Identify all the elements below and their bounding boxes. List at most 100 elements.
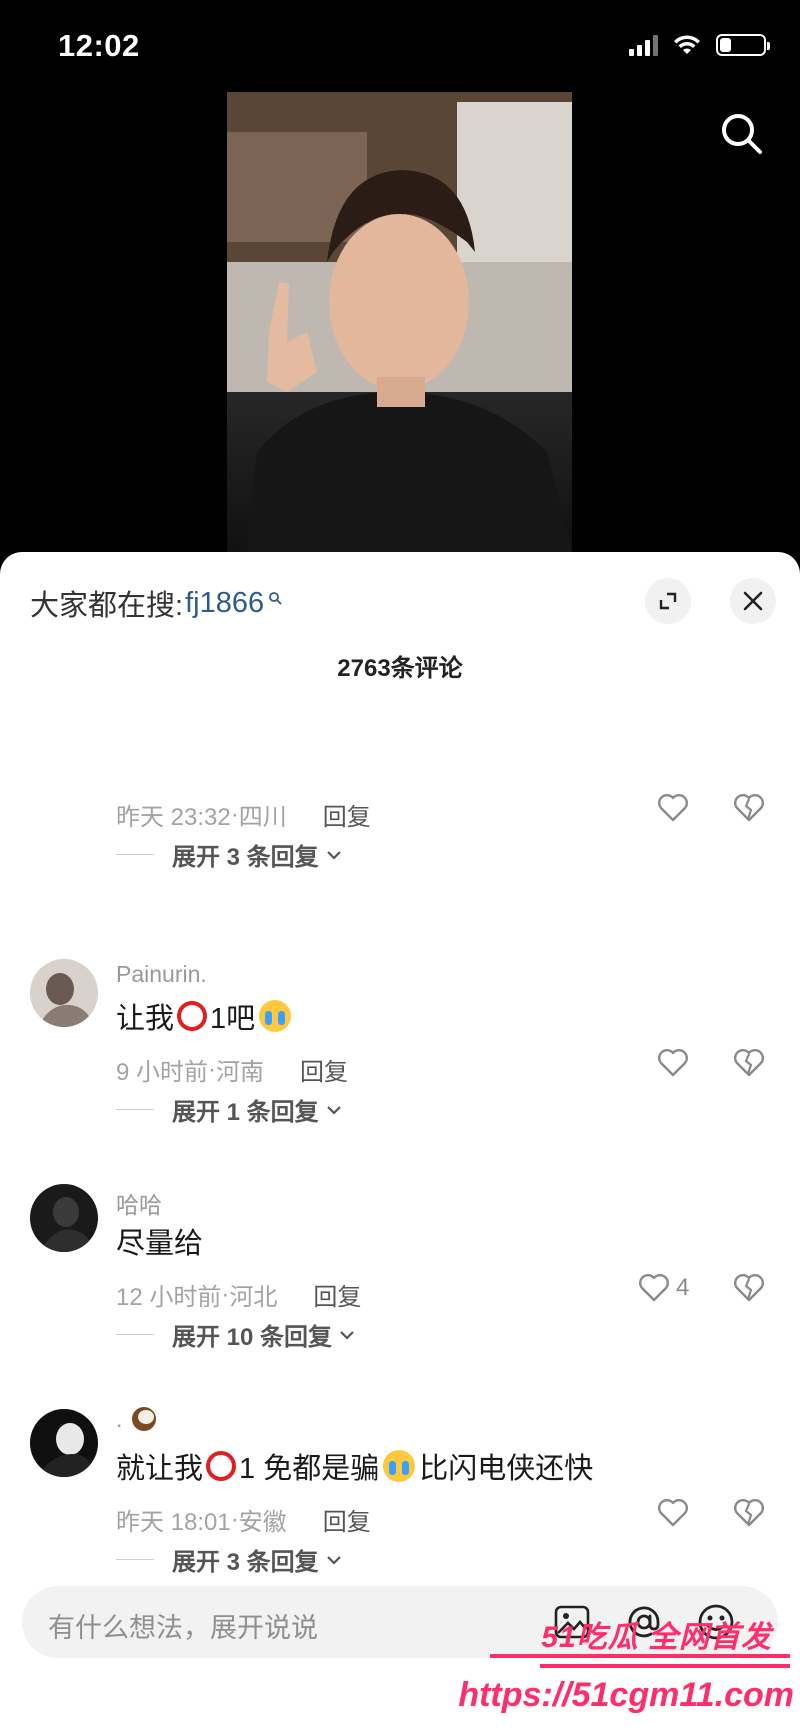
avatar-image	[30, 1184, 98, 1252]
comment-input-placeholder: 有什么想法，展开说说	[48, 1613, 318, 1643]
comment-list[interactable]: 昨天 23:32 · 四川 回复 展开 3 条回复 Painurin. 让我 1…	[0, 697, 800, 1573]
status-bar: 12:02	[0, 0, 800, 92]
crying-face-emoji	[259, 1000, 292, 1032]
expand-replies-label: 展开 1 条回复	[172, 1099, 319, 1126]
expand-replies[interactable]: 展开 3 条回复	[116, 1542, 343, 1573]
avatar[interactable]	[30, 959, 98, 1027]
divider	[116, 1109, 154, 1110]
comment-item: 哈哈 尽量给 12 小时前 · 河北 回复 4 展开 10 条回复	[0, 1132, 800, 1357]
comment-time: 9 小时前	[116, 1059, 209, 1086]
meta-separator: ·	[221, 1280, 230, 1308]
expand-replies[interactable]: 展开 1 条回复	[116, 1092, 343, 1127]
comment-text-part: 比闪电侠还快	[419, 1453, 594, 1485]
meta-separator: ·	[230, 1505, 239, 1533]
broken-heart-icon	[734, 1499, 764, 1527]
sheet-header: 大家都在搜: fj1866 2763条评论	[0, 552, 800, 697]
meta-separator: ·	[230, 800, 239, 828]
video-frame-image	[227, 92, 572, 552]
status-icons	[629, 34, 770, 56]
dislike-button[interactable]	[733, 1273, 765, 1308]
like-count: 4	[676, 1274, 690, 1301]
comment-count: 2763条评论	[337, 655, 463, 682]
expand-button[interactable]	[645, 578, 691, 624]
comment-item: . 就让我 1 免都是骗 比闪电侠还快 昨天 18:01 · 安徽 回复 展开 …	[0, 1357, 800, 1573]
dislike-button[interactable]	[733, 793, 765, 828]
comment-meta: 昨天 23:32 · 四川 回复	[116, 797, 371, 832]
watermark-stripe	[540, 1664, 790, 1668]
meta-separator: ·	[208, 1055, 217, 1083]
search-icon	[269, 592, 282, 605]
watermark: 51吃瓜 全网首发 https://51cgm11.com	[458, 1600, 800, 1733]
red-circle-emoji	[206, 1451, 237, 1481]
reply-button[interactable]: 回复	[313, 1277, 361, 1312]
dislike-button[interactable]	[733, 1498, 765, 1533]
like-button[interactable]	[657, 1498, 689, 1528]
divider	[116, 854, 154, 855]
comment-text: 就让我 1 免都是骗 比闪电侠还快	[116, 1445, 593, 1487]
watermark-brand: 51吃瓜 全网首发	[541, 1621, 772, 1654]
comment-time: 昨天 23:32	[116, 804, 231, 831]
comment-username[interactable]: Painurin.	[116, 961, 207, 988]
divider	[116, 1334, 154, 1335]
like-button[interactable]	[657, 793, 689, 823]
comment-text-part: 1吧	[210, 1003, 256, 1035]
red-circle-emoji	[177, 1001, 208, 1031]
comment-meta: 12 小时前 · 河北 回复	[116, 1277, 361, 1312]
avatar-image	[30, 1409, 98, 1477]
signal-icon	[629, 34, 658, 56]
comment-location: 河北	[229, 1284, 278, 1311]
expand-replies-label: 展开 3 条回复	[172, 844, 319, 871]
comment-text-part: 让我	[116, 1003, 175, 1035]
close-icon	[743, 591, 763, 611]
reply-button[interactable]: 回复	[300, 1052, 348, 1087]
username-text: .	[116, 1405, 123, 1432]
avatar[interactable]	[30, 1184, 98, 1252]
chevron-down-icon	[340, 1330, 354, 1340]
divider	[116, 1559, 154, 1560]
comment-meta: 9 小时前 · 河南 回复	[116, 1052, 348, 1087]
dislike-button[interactable]	[733, 1048, 765, 1083]
chevron-down-icon	[326, 1555, 341, 1565]
comment-text-part: 就让我	[116, 1453, 204, 1485]
expand-replies[interactable]: 展开 3 条回复	[116, 837, 343, 872]
broken-heart-icon	[734, 794, 764, 822]
comment-text-part: 1 免都是骗	[239, 1453, 380, 1485]
battery-fill	[720, 38, 731, 52]
comment-username[interactable]: .	[116, 1405, 158, 1433]
trending-search[interactable]: 大家都在搜: fj1866	[30, 582, 282, 624]
video-player[interactable]	[227, 92, 572, 552]
comment-time: 昨天 18:01	[116, 1509, 231, 1536]
heart-icon	[639, 1274, 669, 1302]
wifi-icon	[674, 35, 700, 54]
avatar[interactable]	[30, 1409, 98, 1477]
comment-username[interactable]: 哈哈	[116, 1186, 162, 1220]
expand-icon	[659, 592, 677, 610]
battery-icon	[716, 34, 770, 56]
expand-replies-label: 展开 10 条回复	[172, 1324, 333, 1351]
search-button[interactable]	[718, 110, 766, 158]
comment-location: 四川	[238, 804, 287, 831]
close-button[interactable]	[730, 578, 776, 624]
comment-time: 12 小时前	[116, 1284, 222, 1311]
comment-text: 尽量给	[116, 1228, 204, 1260]
trending-keyword[interactable]: fj1866	[185, 587, 264, 620]
comment-item: 昨天 23:32 · 四川 回复 展开 3 条回复	[0, 697, 800, 907]
watermark-url: https://51cgm11.com	[458, 1676, 794, 1714]
avatar-image	[30, 959, 98, 1027]
search-icon	[722, 114, 762, 154]
comment-item: Painurin. 让我 1吧 9 小时前 · 河南 回复 展开 1 条回复	[0, 907, 800, 1132]
like-button[interactable]	[657, 1048, 689, 1078]
heart-icon	[658, 794, 688, 822]
comment-location: 河南	[216, 1059, 265, 1086]
comment-location: 安徽	[238, 1509, 287, 1536]
reply-button[interactable]: 回复	[323, 1502, 371, 1537]
reply-button[interactable]: 回复	[323, 797, 371, 832]
status-time: 12:02	[58, 28, 140, 63]
expand-replies[interactable]: 展开 10 条回复	[116, 1317, 356, 1352]
like-button[interactable]: 4	[638, 1273, 689, 1303]
broken-heart-icon	[734, 1274, 764, 1302]
comment-text: 让我 1吧	[116, 995, 293, 1037]
crying-face-emoji	[383, 1450, 416, 1482]
heart-icon	[658, 1499, 688, 1527]
trending-prefix: 大家都在搜:	[30, 590, 184, 622]
